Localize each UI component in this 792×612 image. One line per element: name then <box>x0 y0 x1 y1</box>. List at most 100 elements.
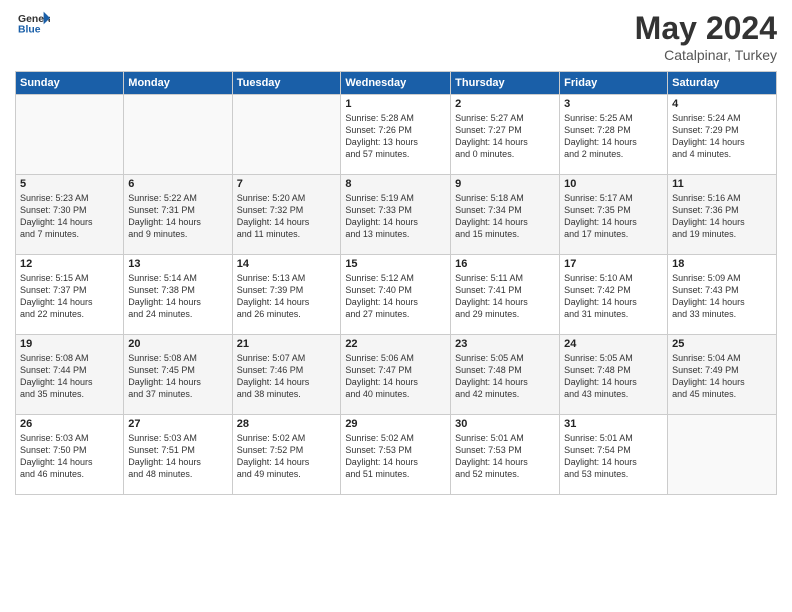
day-number-3: 3 <box>564 98 663 110</box>
day-info-1: Sunrise: 5:28 AM Sunset: 7:26 PM Dayligh… <box>345 112 446 161</box>
cell-w0-d4: 2 Sunrise: 5:27 AM Sunset: 7:27 PM Daylig… <box>451 95 560 175</box>
cell-w2-d2: 14 Sunrise: 5:13 AM Sunset: 7:39 PM Dayli… <box>232 255 341 335</box>
day-number-19: 19 <box>20 338 119 350</box>
day-number-20: 20 <box>128 338 227 350</box>
day-info-5: Sunrise: 5:23 AM Sunset: 7:30 PM Dayligh… <box>20 192 119 241</box>
day-info-31: Sunrise: 5:01 AM Sunset: 7:54 PM Dayligh… <box>564 432 663 481</box>
cell-w0-d6: 4 Sunrise: 5:24 AM Sunset: 7:29 PM Daylig… <box>668 95 777 175</box>
day-number-26: 26 <box>20 418 119 430</box>
cell-w0-d0 <box>16 95 124 175</box>
day-number-12: 12 <box>20 258 119 270</box>
cell-w1-d4: 9 Sunrise: 5:18 AM Sunset: 7:34 PM Daylig… <box>451 175 560 255</box>
cell-w3-d6: 25 Sunrise: 5:04 AM Sunset: 7:49 PM Dayli… <box>668 335 777 415</box>
day-number-23: 23 <box>455 338 555 350</box>
day-info-10: Sunrise: 5:17 AM Sunset: 7:35 PM Dayligh… <box>564 192 663 241</box>
cell-w1-d5: 10 Sunrise: 5:17 AM Sunset: 7:35 PM Dayli… <box>560 175 668 255</box>
cell-w3-d0: 19 Sunrise: 5:08 AM Sunset: 7:44 PM Dayli… <box>16 335 124 415</box>
calendar-title: May 2024 <box>635 10 777 47</box>
cell-w0-d2 <box>232 95 341 175</box>
day-info-8: Sunrise: 5:19 AM Sunset: 7:33 PM Dayligh… <box>345 192 446 241</box>
header-sunday: Sunday <box>16 72 124 95</box>
header-wednesday: Wednesday <box>341 72 451 95</box>
week-row-2: 12 Sunrise: 5:15 AM Sunset: 7:37 PM Dayli… <box>16 255 777 335</box>
calendar-body: 1 Sunrise: 5:28 AM Sunset: 7:26 PM Daylig… <box>16 95 777 495</box>
day-number-29: 29 <box>345 418 446 430</box>
week-row-1: 5Sunrise: 5:23 AM Sunset: 7:30 PM Daylig… <box>16 175 777 255</box>
title-block: May 2024 Catalpinar, Turkey <box>635 10 777 63</box>
day-info-26: Sunrise: 5:03 AM Sunset: 7:50 PM Dayligh… <box>20 432 119 481</box>
cell-w3-d2: 21Sunrise: 5:07 AM Sunset: 7:46 PM Dayli… <box>232 335 341 415</box>
cell-w3-d1: 20 Sunrise: 5:08 AM Sunset: 7:45 PM Dayli… <box>124 335 232 415</box>
cell-w1-d2: 7 Sunrise: 5:20 AM Sunset: 7:32 PM Daylig… <box>232 175 341 255</box>
header-thursday: Thursday <box>451 72 560 95</box>
cell-w0-d5: 3 Sunrise: 5:25 AM Sunset: 7:28 PM Daylig… <box>560 95 668 175</box>
cell-w2-d5: 17 Sunrise: 5:10 AM Sunset: 7:42 PM Dayli… <box>560 255 668 335</box>
day-number-25: 25 <box>672 338 772 350</box>
day-info-27: Sunrise: 5:03 AM Sunset: 7:51 PM Dayligh… <box>128 432 227 481</box>
cell-w0-d3: 1 Sunrise: 5:28 AM Sunset: 7:26 PM Daylig… <box>341 95 451 175</box>
page-container: General Blue May 2024 Catalpinar, Turkey… <box>0 0 792 505</box>
day-number-27: 27 <box>128 418 227 430</box>
day-info-22: Sunrise: 5:06 AM Sunset: 7:47 PM Dayligh… <box>345 352 446 401</box>
day-info-9: Sunrise: 5:18 AM Sunset: 7:34 PM Dayligh… <box>455 192 555 241</box>
logo-icon: General Blue <box>18 10 50 38</box>
day-number-18: 18 <box>672 258 772 270</box>
day-number-6: 6 <box>128 178 227 190</box>
cell-w1-d1: 6Sunrise: 5:22 AM Sunset: 7:31 PM Daylig… <box>124 175 232 255</box>
day-number-17: 17 <box>564 258 663 270</box>
day-number-7: 7 <box>237 178 337 190</box>
cell-w4-d5: 31Sunrise: 5:01 AM Sunset: 7:54 PM Dayli… <box>560 415 668 495</box>
day-info-16: Sunrise: 5:11 AM Sunset: 7:41 PM Dayligh… <box>455 272 555 321</box>
day-info-15: Sunrise: 5:12 AM Sunset: 7:40 PM Dayligh… <box>345 272 446 321</box>
day-info-17: Sunrise: 5:10 AM Sunset: 7:42 PM Dayligh… <box>564 272 663 321</box>
day-info-3: Sunrise: 5:25 AM Sunset: 7:28 PM Dayligh… <box>564 112 663 161</box>
header-friday: Friday <box>560 72 668 95</box>
day-info-18: Sunrise: 5:09 AM Sunset: 7:43 PM Dayligh… <box>672 272 772 321</box>
day-info-12: Sunrise: 5:15 AM Sunset: 7:37 PM Dayligh… <box>20 272 119 321</box>
day-info-19: Sunrise: 5:08 AM Sunset: 7:44 PM Dayligh… <box>20 352 119 401</box>
logo: General Blue <box>15 10 50 38</box>
day-number-2: 2 <box>455 98 555 110</box>
cell-w4-d0: 26 Sunrise: 5:03 AM Sunset: 7:50 PM Dayli… <box>16 415 124 495</box>
day-number-22: 22 <box>345 338 446 350</box>
day-info-13: Sunrise: 5:14 AM Sunset: 7:38 PM Dayligh… <box>128 272 227 321</box>
day-number-11: 11 <box>672 178 772 190</box>
calendar-table: Sunday Monday Tuesday Wednesday Thursday… <box>15 71 777 495</box>
cell-w2-d6: 18 Sunrise: 5:09 AM Sunset: 7:43 PM Dayli… <box>668 255 777 335</box>
day-number-24: 24 <box>564 338 663 350</box>
day-number-30: 30 <box>455 418 555 430</box>
week-row-4: 26 Sunrise: 5:03 AM Sunset: 7:50 PM Dayli… <box>16 415 777 495</box>
day-number-9: 9 <box>455 178 555 190</box>
day-number-15: 15 <box>345 258 446 270</box>
day-number-16: 16 <box>455 258 555 270</box>
day-info-7: Sunrise: 5:20 AM Sunset: 7:32 PM Dayligh… <box>237 192 337 241</box>
page-header: General Blue May 2024 Catalpinar, Turkey <box>15 10 777 63</box>
day-number-4: 4 <box>672 98 772 110</box>
cell-w4-d1: 27 Sunrise: 5:03 AM Sunset: 7:51 PM Dayli… <box>124 415 232 495</box>
day-number-10: 10 <box>564 178 663 190</box>
week-row-3: 19 Sunrise: 5:08 AM Sunset: 7:44 PM Dayli… <box>16 335 777 415</box>
day-number-14: 14 <box>237 258 337 270</box>
cell-w3-d4: 23Sunrise: 5:05 AM Sunset: 7:48 PM Dayli… <box>451 335 560 415</box>
day-info-25: Sunrise: 5:04 AM Sunset: 7:49 PM Dayligh… <box>672 352 772 401</box>
day-number-28: 28 <box>237 418 337 430</box>
header-saturday: Saturday <box>668 72 777 95</box>
day-info-28: Sunrise: 5:02 AM Sunset: 7:52 PM Dayligh… <box>237 432 337 481</box>
day-number-21: 21 <box>237 338 337 350</box>
header-monday: Monday <box>124 72 232 95</box>
day-info-20: Sunrise: 5:08 AM Sunset: 7:45 PM Dayligh… <box>128 352 227 401</box>
cell-w2-d3: 15 Sunrise: 5:12 AM Sunset: 7:40 PM Dayli… <box>341 255 451 335</box>
day-info-14: Sunrise: 5:13 AM Sunset: 7:39 PM Dayligh… <box>237 272 337 321</box>
weekday-header-row: Sunday Monday Tuesday Wednesday Thursday… <box>16 72 777 95</box>
calendar-header: Sunday Monday Tuesday Wednesday Thursday… <box>16 72 777 95</box>
day-info-24: Sunrise: 5:05 AM Sunset: 7:48 PM Dayligh… <box>564 352 663 401</box>
day-info-2: Sunrise: 5:27 AM Sunset: 7:27 PM Dayligh… <box>455 112 555 161</box>
day-number-1: 1 <box>345 98 446 110</box>
header-tuesday: Tuesday <box>232 72 341 95</box>
cell-w2-d1: 13Sunrise: 5:14 AM Sunset: 7:38 PM Dayli… <box>124 255 232 335</box>
calendar-location: Catalpinar, Turkey <box>635 47 777 63</box>
cell-w2-d4: 16 Sunrise: 5:11 AM Sunset: 7:41 PM Dayli… <box>451 255 560 335</box>
cell-w2-d0: 12 Sunrise: 5:15 AM Sunset: 7:37 PM Dayli… <box>16 255 124 335</box>
day-info-4: Sunrise: 5:24 AM Sunset: 7:29 PM Dayligh… <box>672 112 772 161</box>
day-info-29: Sunrise: 5:02 AM Sunset: 7:53 PM Dayligh… <box>345 432 446 481</box>
